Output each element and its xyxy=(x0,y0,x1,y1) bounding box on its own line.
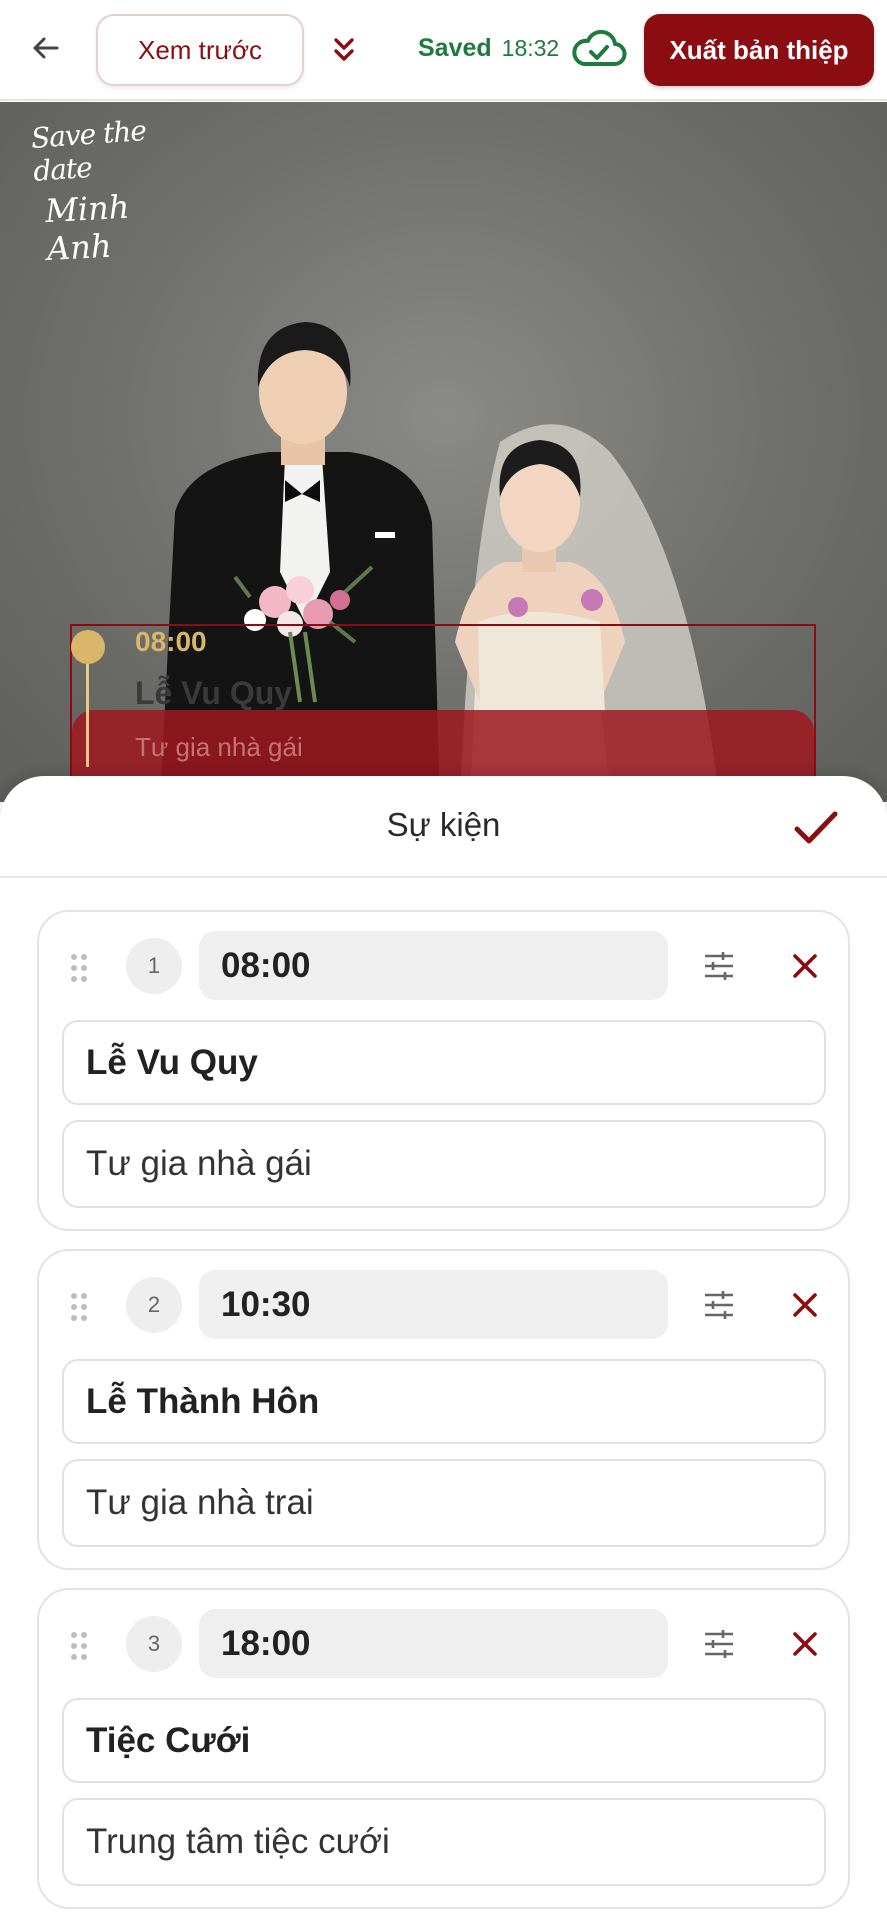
event-name-field[interactable]: Lễ Vu Quy xyxy=(62,1020,826,1105)
script-line-2: Minh Anh xyxy=(44,187,131,269)
event-settings-button[interactable] xyxy=(699,1285,739,1325)
save-the-date-script: Save the date Minh Anh xyxy=(30,114,202,268)
preview-button[interactable]: Xem trước xyxy=(96,14,304,86)
event-number-badge: 1 xyxy=(126,938,182,994)
sliders-icon xyxy=(705,1630,733,1658)
arrow-left-icon xyxy=(33,37,59,59)
events-sheet: Sự kiện 1 08:00 Lễ Vu Quy Tư gia nhà gái… xyxy=(0,776,887,1920)
drag-handle-icon[interactable] xyxy=(69,1291,89,1323)
event-delete-button[interactable] xyxy=(785,1624,825,1664)
top-toolbar: Xem trước Saved 18:32 Xuất bản thiệp xyxy=(0,0,887,101)
event-place-field[interactable]: Tư gia nhà trai xyxy=(62,1459,826,1547)
sliders-icon xyxy=(705,952,733,980)
saved-time: 18:32 xyxy=(501,35,560,61)
timeline-dot xyxy=(71,630,105,664)
event-card: 3 18:00 Tiệc Cưới Trung tâm tiệc cưới xyxy=(37,1588,850,1909)
event-place-field[interactable]: Tư gia nhà gái xyxy=(62,1120,826,1208)
double-chevron-down-icon xyxy=(334,38,354,61)
preview-event-time: 08:00 xyxy=(135,626,207,657)
event-delete-button[interactable] xyxy=(785,1285,825,1325)
timeline-line xyxy=(86,647,89,767)
event-number-badge: 3 xyxy=(126,1616,182,1672)
event-number-badge: 2 xyxy=(126,1277,182,1333)
drag-handle-icon[interactable] xyxy=(69,1630,89,1662)
saved-label: Saved xyxy=(418,34,492,62)
event-place-field[interactable]: Trung tâm tiệc cưới xyxy=(62,1798,826,1886)
card-preview-canvas[interactable]: Save the date Minh Anh 08:00 Lễ Vu Quy T… xyxy=(0,102,887,802)
back-button[interactable] xyxy=(26,28,66,68)
export-button[interactable]: Xuất bản thiệp xyxy=(644,14,874,86)
sliders-icon xyxy=(705,1291,733,1319)
close-icon xyxy=(793,1632,817,1656)
close-icon xyxy=(793,954,817,978)
sheet-header: Sự kiện xyxy=(0,776,887,878)
cloud-check-icon xyxy=(572,29,627,66)
event-name-field[interactable]: Tiệc Cưới xyxy=(62,1698,826,1783)
event-delete-button[interactable] xyxy=(785,946,825,986)
event-time-field[interactable]: 08:00 xyxy=(199,931,668,1000)
event-time-field[interactable]: 18:00 xyxy=(199,1609,668,1678)
save-status: Saved 18:32 xyxy=(418,34,559,63)
confirm-button[interactable] xyxy=(790,802,842,854)
sheet-title: Sự kiện xyxy=(386,806,501,843)
preview-event-name: Lễ Vu Quy xyxy=(135,675,293,711)
checkmark-icon xyxy=(794,811,838,844)
preview-event-place: Tư gia nhà gái xyxy=(135,732,303,762)
close-icon xyxy=(793,1293,817,1317)
script-line-1: Save the date xyxy=(29,113,147,188)
drag-handle-icon[interactable] xyxy=(69,952,89,984)
event-time-field[interactable]: 10:30 xyxy=(199,1270,668,1339)
event-settings-button[interactable] xyxy=(699,946,739,986)
event-card: 2 10:30 Lễ Thành Hôn Tư gia nhà trai xyxy=(37,1249,850,1570)
event-card: 1 08:00 Lễ Vu Quy Tư gia nhà gái xyxy=(37,910,850,1231)
collapse-button[interactable] xyxy=(324,30,364,70)
event-settings-button[interactable] xyxy=(699,1624,739,1664)
event-name-field[interactable]: Lễ Thành Hôn xyxy=(62,1359,826,1444)
